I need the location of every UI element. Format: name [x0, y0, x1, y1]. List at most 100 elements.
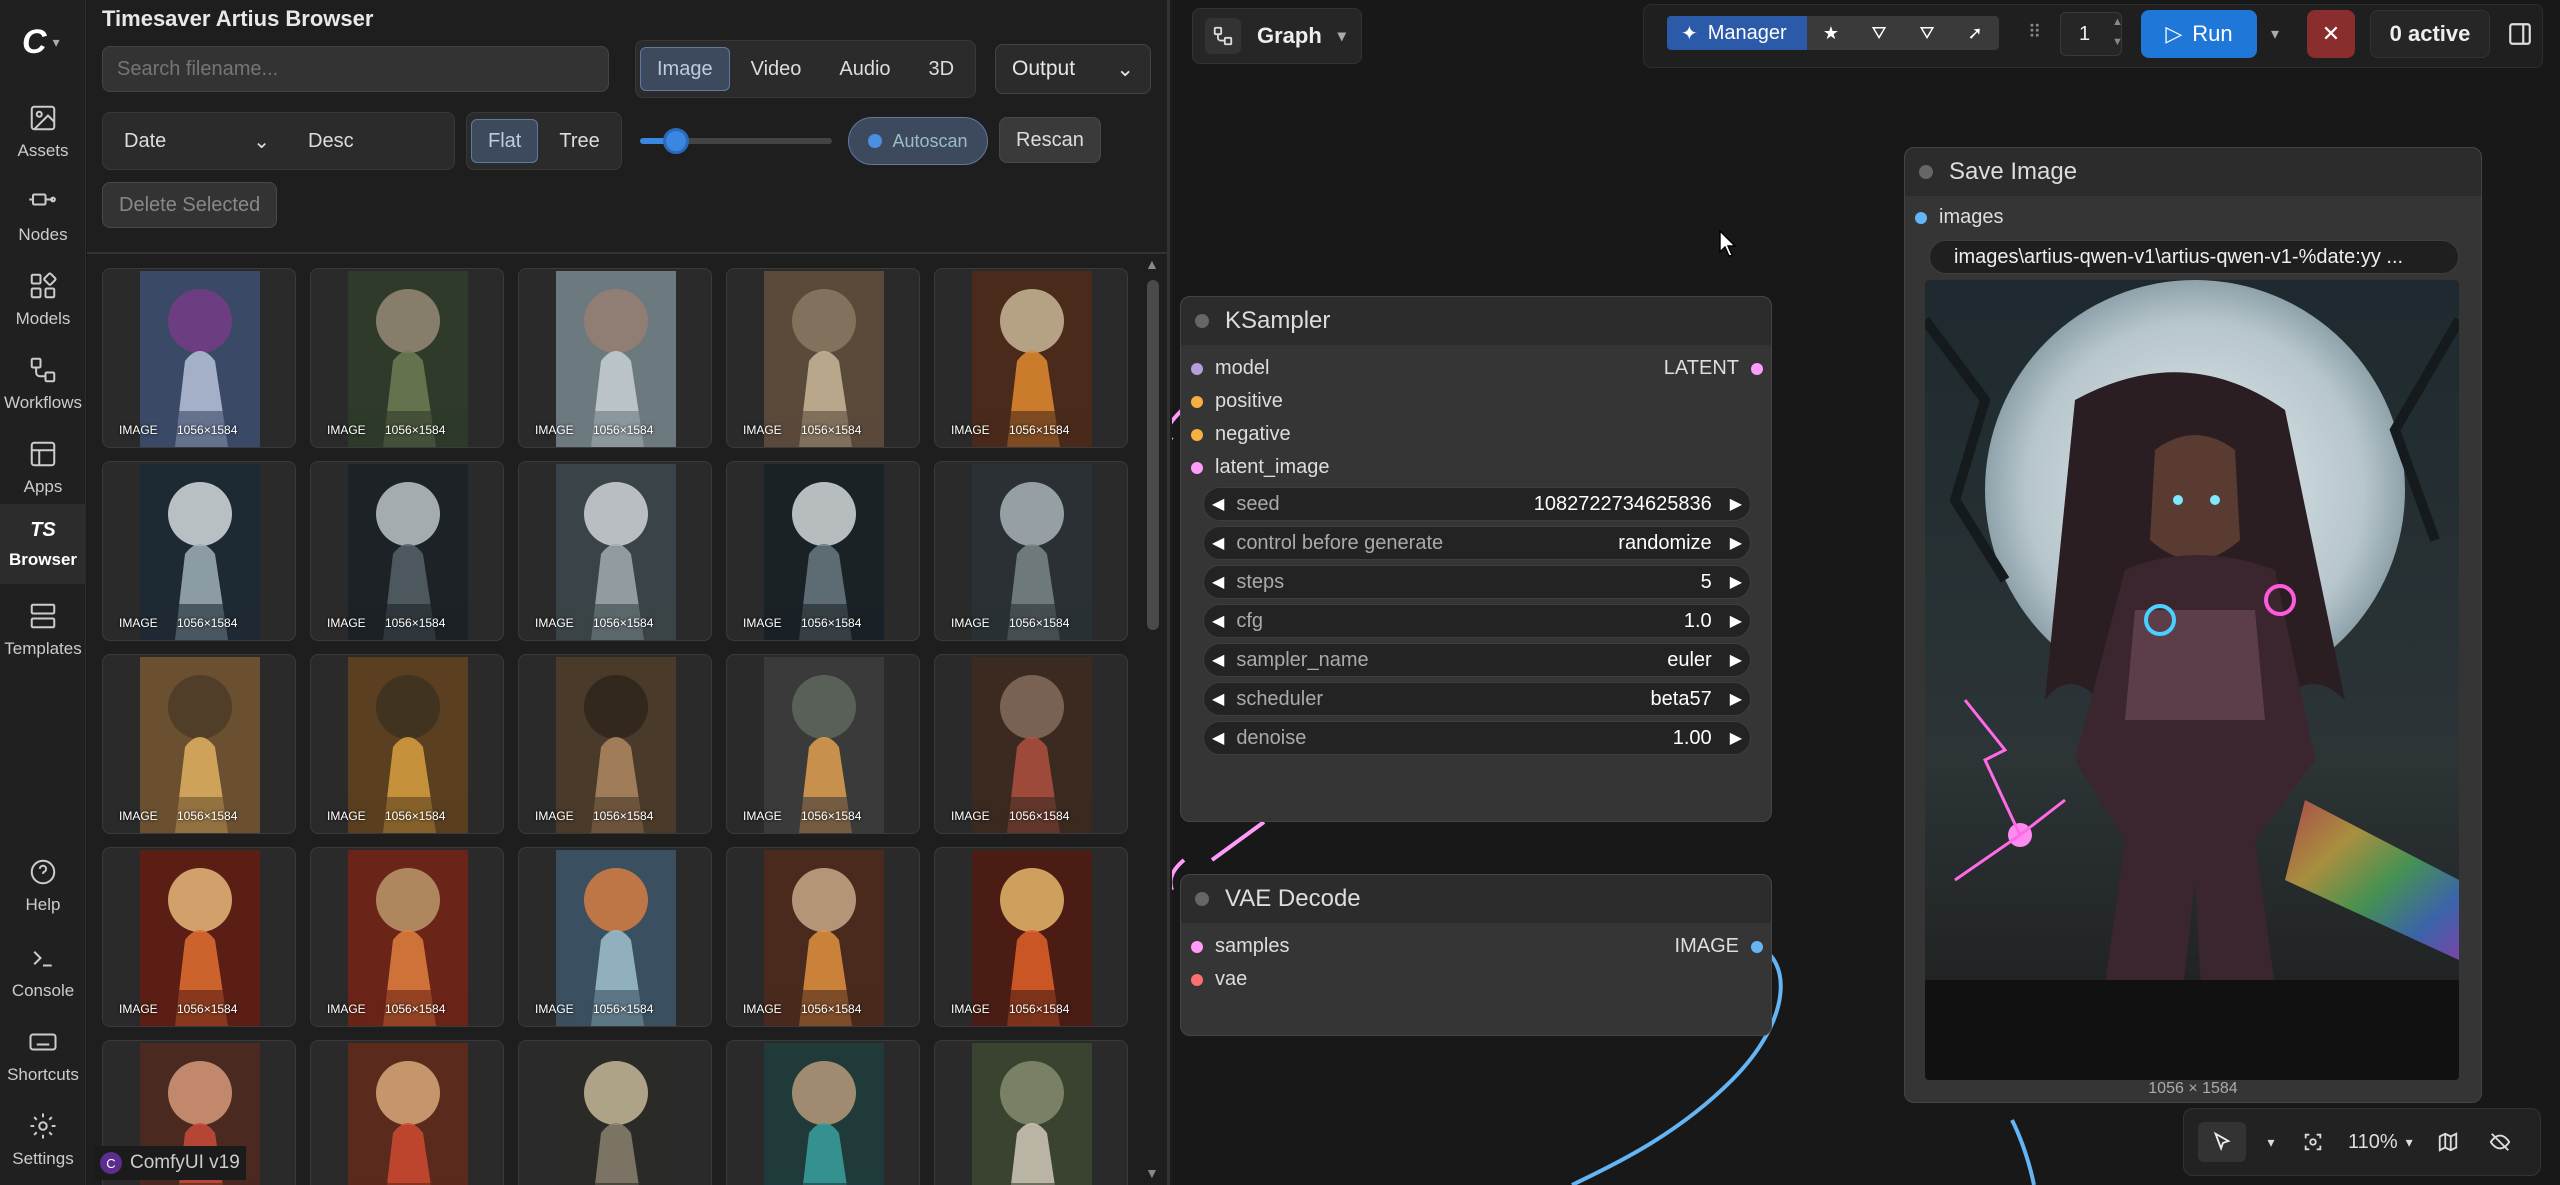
fit-view-icon[interactable] — [2296, 1122, 2330, 1162]
collapse-dot[interactable] — [1195, 892, 1209, 906]
queue-stepper[interactable]: ▲ ▼ — [2112, 12, 2123, 52]
node-header[interactable]: VAE Decode — [1181, 875, 1771, 923]
thumbnail-card[interactable]: IMAGE1056×1584 — [726, 847, 920, 1027]
manager-button[interactable]: ✦ Manager — [1667, 16, 1807, 50]
increment-icon[interactable]: ▶ — [1730, 728, 1742, 748]
increment-icon[interactable]: ▶ — [1730, 494, 1742, 514]
collapse-dot[interactable] — [1195, 314, 1209, 328]
comfy-logo[interactable]: C ▾ — [22, 22, 72, 62]
rescan-button[interactable]: Rescan — [999, 117, 1101, 163]
input-slot-negative[interactable]: negative — [1191, 423, 1291, 446]
toggle-panel-icon[interactable] — [2500, 14, 2540, 54]
select-tool-icon[interactable] — [2198, 1122, 2246, 1162]
sidebar-item-browser[interactable]: TS Browser — [0, 504, 86, 584]
slider-knob[interactable] — [663, 128, 690, 154]
autoscan-toggle[interactable]: Autoscan — [848, 117, 988, 165]
output-slot-latent[interactable]: LATENT — [1664, 357, 1763, 380]
thumbnail-card[interactable]: IMAGE1056×1584 — [310, 654, 504, 834]
decrement-icon[interactable]: ◀ — [1212, 572, 1224, 592]
thumbnail-card[interactable]: IMAGE1056×1584 — [310, 268, 504, 448]
increment-icon[interactable]: ▶ — [1730, 533, 1742, 553]
run-button[interactable]: ▷ Run — [2141, 10, 2257, 58]
drag-handle-icon[interactable]: ⠿ — [2028, 22, 2041, 43]
zoom-level[interactable]: 110% ▾ — [2348, 1122, 2413, 1162]
node-manager-icon[interactable]: ⛛ — [1903, 16, 1951, 50]
run-options-chevron-icon[interactable]: ▾ — [2260, 10, 2290, 58]
input-slot-vae[interactable]: vae — [1191, 968, 1247, 991]
sidebar-item-console[interactable]: Console — [0, 932, 86, 1012]
widget-steps[interactable]: ◀ steps 5 ▶ — [1203, 565, 1751, 599]
active-queue-button[interactable]: 0 active — [2370, 10, 2490, 58]
star-icon[interactable]: ★ — [1807, 16, 1855, 50]
ksampler-node[interactable]: KSampler model positive negative latent_… — [1180, 296, 1772, 822]
scroll-down-icon[interactable]: ▼ — [1145, 1165, 1159, 1181]
thumbnail-card[interactable]: IMAGE1056×1584 — [934, 461, 1128, 641]
thumbnail-card[interactable]: IMAGE1056×1584 — [726, 654, 920, 834]
decrement-icon[interactable]: ◀ — [1212, 689, 1224, 709]
thumbnail-card[interactable]: IMAGE1056×1584 — [102, 654, 296, 834]
sidebar-item-settings[interactable]: Settings — [0, 1100, 86, 1180]
thumbnail-card[interactable]: IMAGE1056×1584 — [310, 461, 504, 641]
thumbnail-card[interactable]: IMAGE1056×1584 — [518, 461, 712, 641]
input-slot-positive[interactable]: positive — [1191, 390, 1283, 413]
scrollbar[interactable]: ▲ ▼ — [1142, 254, 1164, 1185]
tab-tree[interactable]: Tree — [542, 119, 616, 163]
input-slot-latent-image[interactable]: latent_image — [1191, 456, 1330, 479]
tab-flat[interactable]: Flat — [471, 119, 539, 163]
widget-denoise[interactable]: ◀ denoise 1.00 ▶ — [1203, 721, 1751, 755]
sidebar-item-models[interactable]: Models — [0, 260, 86, 340]
thumbnail-card[interactable]: IMAGE1056×1584 — [934, 268, 1128, 448]
thumbnail-card[interactable]: IMAGE1056×1584 — [518, 847, 712, 1027]
sidebar-item-help[interactable]: Help — [0, 846, 86, 926]
increment-icon[interactable]: ▶ — [1730, 650, 1742, 670]
output-select[interactable]: Output ⌄ — [995, 44, 1151, 94]
thumbnail-card[interactable]: IMAGE1056×1584 — [518, 1040, 712, 1185]
sort-select[interactable]: Date ⌄ — [107, 119, 287, 163]
increment-icon[interactable]: ▶ — [1730, 572, 1742, 592]
tab-image[interactable]: Image — [640, 47, 730, 91]
widget-cfg[interactable]: ◀ cfg 1.0 ▶ — [1203, 604, 1751, 638]
search-input[interactable] — [102, 46, 609, 92]
node-header[interactable]: Save Image — [1905, 148, 2481, 196]
output-slot-image[interactable]: IMAGE — [1675, 935, 1763, 958]
delete-selected-button[interactable]: Delete Selected — [102, 182, 278, 228]
sidebar-item-workflows[interactable]: Workflows — [0, 344, 86, 424]
tab-audio[interactable]: Audio — [822, 47, 907, 91]
thumbnail-card[interactable]: IMAGE1056×1584 — [726, 461, 920, 641]
share-icon[interactable]: ➚ — [1951, 16, 1999, 50]
collapse-dot[interactable] — [1919, 165, 1933, 179]
input-slot-samples[interactable]: samples — [1191, 935, 1289, 958]
vae-decode-node[interactable]: VAE Decode samples vae IMAGE — [1180, 874, 1772, 1036]
decrement-icon[interactable]: ◀ — [1212, 533, 1224, 553]
cancel-run-button[interactable]: ✕ — [2307, 10, 2355, 58]
chevron-down-icon[interactable]: ▾ — [2264, 1122, 2278, 1162]
sidebar-item-shortcuts[interactable]: Shortcuts — [0, 1016, 86, 1096]
widget-sampler-name[interactable]: ◀ sampler_name euler ▶ — [1203, 643, 1751, 677]
scroll-up-icon[interactable]: ▲ — [1145, 256, 1159, 272]
thumbnail-card[interactable]: IMAGE1056×1584 — [726, 268, 920, 448]
thumbnail-card[interactable]: IMAGE1056×1584 — [102, 268, 296, 448]
thumb-size-slider[interactable] — [640, 128, 832, 154]
minimap-icon[interactable] — [2431, 1122, 2465, 1162]
thumbnail-card[interactable]: IMAGE1056×1584 — [934, 654, 1128, 834]
decrement-icon[interactable]: ◀ — [1212, 650, 1224, 670]
thumbnail-card[interactable]: IMAGE1056×1584 — [102, 461, 296, 641]
save-image-node[interactable]: Save Image images images\artius-qwen-v1\… — [1904, 147, 2482, 1103]
image-preview[interactable] — [1925, 280, 2459, 1080]
thumbnail-card[interactable]: IMAGE1056×1584 — [934, 847, 1128, 1027]
decrement-icon[interactable]: ◀ — [1212, 728, 1224, 748]
thumbnail-card[interactable]: IMAGE1056×1584 — [102, 847, 296, 1027]
filename-prefix-field[interactable]: images\artius-qwen-v1\artius-qwen-v1-%da… — [1929, 240, 2459, 274]
sidebar-item-nodes[interactable]: Nodes — [0, 176, 86, 256]
thumbnail-card[interactable]: IMAGE1056×1584 — [934, 1040, 1128, 1185]
increment-icon[interactable]: ▶ — [1730, 689, 1742, 709]
input-slot-images[interactable]: images — [1915, 206, 2003, 229]
tab-video[interactable]: Video — [734, 47, 819, 91]
decrement-icon[interactable]: ◀ — [1212, 611, 1224, 631]
node-header[interactable]: KSampler — [1181, 297, 1771, 345]
input-slot-model[interactable]: model — [1191, 357, 1269, 380]
thumbnail-card[interactable]: IMAGE1056×1584 — [518, 268, 712, 448]
widget-seed[interactable]: ◀ seed 1082722734625836 ▶ — [1203, 487, 1751, 521]
tab-3d[interactable]: 3D — [912, 47, 972, 91]
thumbnail-card[interactable]: IMAGE1056×1584 — [310, 847, 504, 1027]
